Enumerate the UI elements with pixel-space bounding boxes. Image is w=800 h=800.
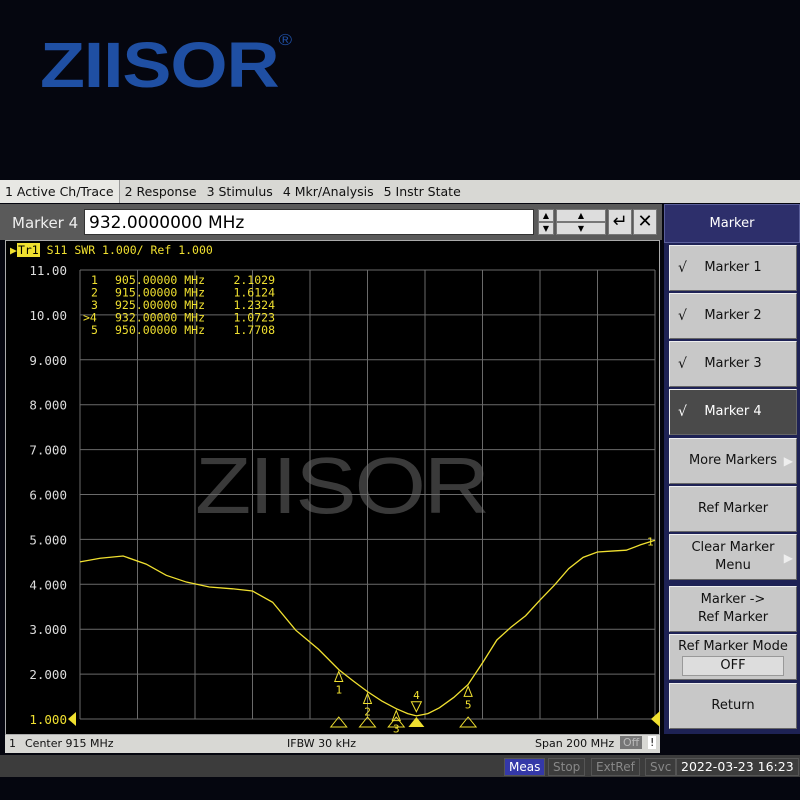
softkey-marker-4[interactable]: √ Marker 4 [669, 389, 797, 435]
softkey-marker-3[interactable]: √ Marker 3 [669, 341, 797, 387]
spin-down[interactable]: ▼ [556, 222, 606, 235]
extref-indicator: ExtRef [591, 758, 640, 776]
avg-off-indicator: Off [620, 736, 643, 749]
marker-icon [334, 670, 344, 682]
marker-table-value: 1.7708 [233, 323, 275, 337]
marker-number: 3 [393, 723, 400, 735]
menu-mkr-analysis[interactable]: 4 Mkr/Analysis [278, 180, 379, 203]
y-tick-label: 1.000 [29, 712, 67, 727]
y-tick-label: 10.00 [29, 308, 67, 323]
softkey-more-markers[interactable]: More Markers ▶ [669, 438, 797, 484]
softkey-ref-marker[interactable]: Ref Marker [669, 486, 797, 532]
stop-indicator: Stop [548, 758, 586, 776]
y-tick-label: 6.000 [29, 488, 67, 503]
marker-active-icon [410, 701, 423, 713]
softkey-marker-to-ref-marker[interactable]: Marker -> Ref Marker [669, 586, 797, 632]
y-tick-label: 4.000 [29, 577, 67, 592]
ifbw: IFBW 30 kHz [287, 737, 357, 750]
meas-indicator: Meas [504, 758, 546, 776]
cancel-icon[interactable]: ✕ [633, 209, 657, 235]
center-frequency: Center 915 MHz [25, 737, 114, 750]
check-icon: √ [678, 356, 687, 372]
swr-plot: 11.00 10.00 9.000 8.000 7.000 6.000 5.000 4.000… [29, 263, 660, 735]
status-bar: 1 Center 915 MHz IFBW 30 kHz Span 200 MH… [5, 735, 660, 753]
spin-up-small[interactable]: ▲ [538, 209, 554, 222]
softkey-ref-marker-mode[interactable]: Ref Marker Mode OFF [669, 634, 797, 680]
y-tick-label: 8.000 [29, 398, 67, 413]
trace-header[interactable]: ▶Tr1 S11 SWR 1.000/ Ref 1.000 [10, 243, 213, 257]
spin-up[interactable]: ▲ [556, 209, 606, 222]
marker-table-freq: 950.00000 MHz [115, 323, 205, 337]
datetime: 2022-03-23 16:23 [676, 758, 799, 776]
marker-frequency-input[interactable]: 932.0000000 MHz [84, 209, 534, 235]
softkey-marker-1[interactable]: √ Marker 1 [669, 245, 797, 291]
check-icon: √ [678, 260, 687, 276]
menu-bar: 1 Active Ch/Trace 2 Response 3 Stimulus … [0, 180, 800, 203]
entry-label: Marker 4 [12, 214, 79, 232]
menu-instr-state[interactable]: 5 Instr State [379, 180, 466, 203]
trace-end-label: 1 [647, 535, 654, 548]
menu-response[interactable]: 2 Response [120, 180, 202, 203]
svc-indicator: Svc [645, 758, 677, 776]
y-tick-label: 11.00 [29, 263, 67, 278]
warning-indicator: ! [648, 736, 657, 749]
softkey-panel: Marker √ Marker 1 √ Marker 2 √ Marker 3 √ Ma… [664, 204, 800, 734]
submenu-arrow-icon: ▶ [783, 454, 793, 468]
entry-bar: Marker 4 932.0000000 MHz ▲ ▼ ▲ ▼ ↵ ✕ [0, 204, 662, 240]
y-tick-label: 2.000 [29, 667, 67, 682]
enter-icon[interactable]: ↵ [608, 209, 632, 235]
marker-number: 4 [413, 689, 420, 702]
y-tick-label: 3.000 [29, 622, 67, 637]
softkey-clear-marker-menu[interactable]: Clear Marker Menu ▶ [669, 534, 797, 580]
spin-down-small[interactable]: ▼ [538, 222, 554, 235]
y-tick-label: 5.000 [29, 532, 67, 547]
check-icon: √ [678, 404, 687, 420]
menu-active-ch-trace[interactable]: 1 Active Ch/Trace [0, 180, 120, 203]
reference-level-left-icon [68, 712, 76, 726]
marker-number: 1 [335, 683, 342, 696]
ref-marker-mode-value: OFF [682, 656, 784, 676]
menu-stimulus[interactable]: 3 Stimulus [202, 180, 278, 203]
channel-number: 1 [9, 737, 16, 750]
check-icon: √ [678, 308, 687, 324]
y-tick-label: 9.000 [29, 353, 67, 368]
brand-logo: ZIISOR® [40, 29, 292, 101]
submenu-arrow-icon: ▶ [783, 551, 793, 565]
softkey-return[interactable]: Return [669, 683, 797, 729]
instrument-status-bar: Meas Stop ExtRef Svc 2022-03-23 16:23 [0, 755, 800, 777]
marker-icon [463, 685, 473, 697]
marker-table-id: 5 [91, 323, 98, 337]
marker-number: 5 [465, 698, 472, 711]
softkey-marker-2[interactable]: √ Marker 2 [669, 293, 797, 339]
span: Span 200 MHz [535, 737, 615, 750]
y-tick-label: 7.000 [29, 443, 67, 458]
softkey-menu-title: Marker [664, 204, 800, 243]
